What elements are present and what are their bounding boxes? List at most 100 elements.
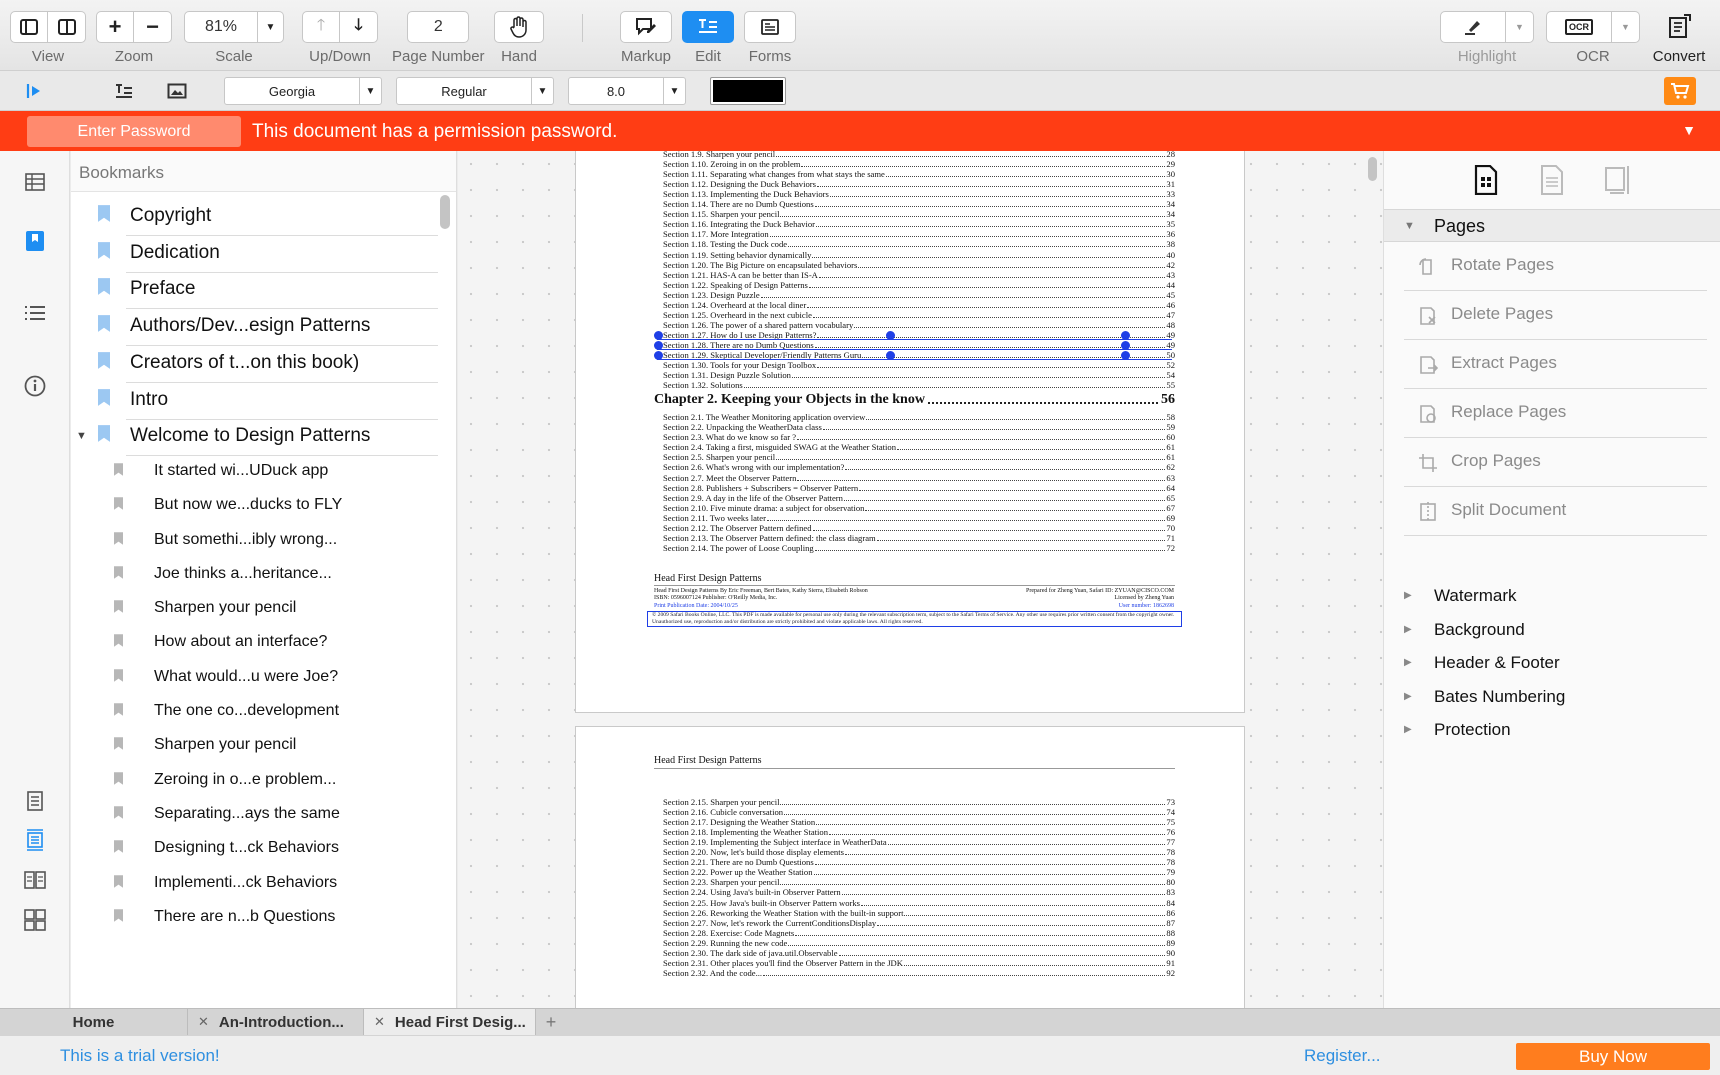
single-page-view-button[interactable]	[10, 11, 48, 43]
document-viewer[interactable]: Section 1.9. Sharpen your pencil 28 Sectio…	[458, 151, 1383, 1008]
bookmarks-panel-button[interactable]	[22, 228, 48, 254]
document-tools-tab[interactable]	[1537, 163, 1567, 197]
section-background[interactable]: ▶ Background	[1404, 616, 1704, 646]
page-action-rotate-pages[interactable]: Rotate Pages	[1404, 242, 1707, 291]
font-family-select[interactable]: Georgia ▼	[224, 77, 382, 105]
document-scrollbar[interactable]	[1368, 157, 1377, 181]
bookmark-item[interactable]: Copyright	[71, 196, 438, 236]
store-button[interactable]	[1664, 77, 1696, 105]
select-text-button[interactable]	[22, 79, 46, 103]
tab-introduction[interactable]: ✕ An-Introduction...	[188, 1009, 364, 1035]
selection-handle[interactable]	[654, 340, 663, 350]
pdf-page-1[interactable]: Section 1.9. Sharpen your pencil 28 Sectio…	[575, 151, 1245, 713]
outline-panel-button[interactable]	[22, 300, 48, 326]
new-tab-button[interactable]: +	[536, 1009, 566, 1035]
section-watermark[interactable]: ▶ Watermark	[1404, 582, 1704, 612]
bookmark-item[interactable]: Authors/Dev...esign Patterns	[71, 306, 438, 347]
bookmark-item[interactable]: Dedication	[71, 233, 438, 273]
bookmark-child-item[interactable]: How about an interface?	[71, 624, 437, 658]
trial-notice[interactable]: This is a trial version!	[60, 1046, 220, 1066]
highlight-button[interactable]	[1440, 11, 1506, 43]
selection-handle[interactable]	[886, 330, 895, 340]
section-protection[interactable]: ▶ Protection	[1404, 716, 1704, 746]
selection-handle[interactable]	[1121, 351, 1130, 360]
edit-button[interactable]	[682, 11, 734, 43]
page-action-extract-pages[interactable]: Extract Pages	[1404, 340, 1707, 389]
bookmark-child-item[interactable]: But somethi...ibly wrong...	[71, 522, 437, 556]
convert-button[interactable]	[1652, 11, 1706, 43]
bookmark-child-item[interactable]: What would...u were Joe?	[71, 659, 437, 693]
bookmark-item[interactable]: Intro	[71, 380, 438, 420]
chapter-heading[interactable]: Chapter 2. Keeping your Objects in the k…	[654, 392, 1175, 408]
zoom-out-button[interactable]: −	[134, 11, 172, 43]
section-bates-numbering[interactable]: ▶ Bates Numbering	[1404, 683, 1704, 713]
expand-triangle-icon[interactable]: ▼	[76, 430, 87, 442]
page-number-input[interactable]: 2	[407, 11, 470, 43]
ocr-button[interactable]: OCR	[1546, 11, 1612, 43]
selection-handle[interactable]	[654, 330, 663, 340]
bookmarks-scrollbar[interactable]	[440, 195, 450, 229]
markup-button[interactable]	[620, 11, 672, 43]
buy-now-button[interactable]: Buy Now	[1516, 1043, 1710, 1070]
toc-entry[interactable]: Section 2.32. And the code... 92	[663, 968, 1175, 979]
bookmark-child-item[interactable]: It started wi...UDuck app	[71, 453, 437, 487]
forms-button[interactable]	[744, 11, 796, 43]
bookmark-item[interactable]: Preface	[71, 269, 438, 310]
info-panel-button[interactable]	[22, 373, 48, 399]
page-tools-tab[interactable]	[1471, 163, 1501, 197]
selection-handle[interactable]	[886, 351, 895, 360]
two-page-view-button[interactable]	[48, 11, 86, 43]
banner-collapse-button[interactable]: ▼	[1682, 122, 1696, 138]
page-action-delete-pages[interactable]: Delete Pages	[1404, 291, 1707, 340]
bookmark-child-item[interactable]: The one co...development	[71, 693, 437, 727]
single-page-layout-button[interactable]	[22, 788, 48, 814]
close-icon[interactable]: ✕	[198, 1014, 209, 1030]
thumbnails-button[interactable]	[22, 169, 48, 195]
text-color-picker[interactable]	[710, 77, 786, 105]
grid-layout-button[interactable]	[22, 907, 48, 933]
ocr-dropdown-button[interactable]: ▼	[1612, 11, 1640, 43]
bookmark-child-item[interactable]: But now we...ducks to FLY	[71, 487, 437, 521]
page-action-crop-pages[interactable]: Crop Pages	[1404, 438, 1707, 487]
add-image-button[interactable]	[165, 79, 189, 103]
font-size-select[interactable]: 8.0 ▼	[568, 77, 686, 105]
toc-entry[interactable]: Section 2.14. The power of Loose Couplin…	[663, 543, 1175, 554]
bookmark-child-item[interactable]: Sharpen your pencil	[71, 590, 437, 624]
page-action-split-document[interactable]: Split Document	[1404, 487, 1707, 536]
add-text-button[interactable]	[112, 79, 136, 103]
bookmark-child-item[interactable]: Separating...ays the same	[71, 796, 437, 830]
section-header-footer[interactable]: ▶ Header & Footer	[1404, 649, 1704, 679]
enter-password-button[interactable]: Enter Password	[27, 116, 241, 147]
bookmark-item[interactable]: Welcome to Design Patterns ▼	[71, 416, 438, 457]
bookmark-child-item[interactable]: Zeroing in o...e problem...	[71, 762, 437, 796]
bookmark-child-item[interactable]: Implementi...ck Behaviors	[71, 865, 437, 899]
bookmark-child-item[interactable]: Sharpen your pencil	[71, 727, 437, 761]
selection-handle[interactable]	[1121, 330, 1130, 340]
highlight-dropdown-button[interactable]: ▼	[1506, 11, 1534, 43]
hand-tool-button[interactable]	[494, 11, 544, 43]
compare-tools-tab[interactable]	[1603, 163, 1633, 197]
page-action-replace-pages[interactable]: Replace Pages	[1404, 389, 1707, 438]
footer-legal[interactable]: © 2009 Safari Books Online, LLC. This PD…	[647, 610, 1182, 627]
tab-home[interactable]: Home	[0, 1009, 188, 1035]
close-icon[interactable]: ✕	[374, 1014, 385, 1030]
continuous-layout-button[interactable]	[22, 827, 48, 853]
bookmark-child-item[interactable]: Designing t...ck Behaviors	[71, 830, 437, 864]
scale-dropdown-button[interactable]: ▼	[258, 11, 284, 43]
zoom-in-button[interactable]: +	[96, 11, 134, 43]
register-link[interactable]: Register...	[1304, 1046, 1381, 1066]
next-page-button[interactable]: 🡓	[340, 11, 378, 43]
selection-handle[interactable]	[1121, 340, 1130, 350]
bookmark-item[interactable]: Creators of t...on this book)	[71, 343, 438, 383]
two-page-layout-button[interactable]	[22, 867, 48, 893]
scale-input[interactable]: 81%	[184, 11, 258, 43]
previous-page-button[interactable]: 🡑	[302, 11, 340, 43]
pdf-page-2[interactable]: Head First Design Patterns Section 2.15. …	[575, 726, 1245, 1008]
font-style-select[interactable]: Regular ▼	[396, 77, 554, 105]
pages-section-header[interactable]: ▼ Pages	[1384, 209, 1720, 242]
bookmark-child-item[interactable]: Joe thinks a...heritance...	[71, 556, 437, 590]
tab-head-first[interactable]: ✕ Head First Desig...	[364, 1009, 536, 1035]
bookmark-child-item[interactable]: There are n...b Questions	[71, 899, 437, 933]
selection-handle[interactable]	[654, 351, 663, 360]
toc-entry[interactable]: Section 1.32. Solutions 55	[663, 380, 1175, 391]
